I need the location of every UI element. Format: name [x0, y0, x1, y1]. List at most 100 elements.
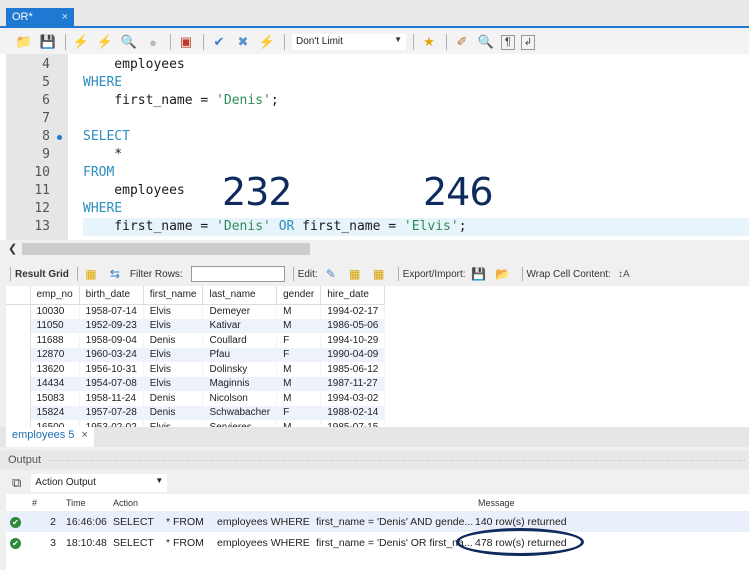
row-header[interactable] — [6, 304, 31, 319]
cell-emp-no[interactable]: 12870 — [30, 347, 80, 362]
import-icon[interactable]: 📂 — [494, 266, 512, 282]
table-row[interactable]: 11050 1952-09-23 Elvis Kativar M 1986-05-06 — [6, 318, 386, 333]
table-row[interactable]: 12870 1960-03-24 Elvis Pfau F 1990-04-09 — [6, 347, 386, 362]
cell-birth-date[interactable]: 1958-09-04 — [79, 333, 144, 348]
code-line[interactable]: employees — [83, 56, 749, 74]
cell-emp-no[interactable]: 13620 — [30, 362, 80, 377]
cell-first-name[interactable]: Denis — [143, 405, 204, 420]
cell-first-name[interactable]: Denis — [143, 391, 204, 406]
cell-emp-no[interactable]: 14434 — [30, 376, 80, 391]
column-header-emp-no[interactable]: emp_no — [30, 286, 80, 305]
cell-hire-date[interactable]: 1988-02-14 — [320, 405, 386, 420]
output-mode-select[interactable]: Action Output ▼ — [31, 474, 168, 492]
cell-last-name[interactable]: Servieres — [202, 420, 278, 427]
tab-employees-5[interactable]: employees 5 × — [6, 427, 94, 447]
row-header[interactable] — [6, 420, 31, 427]
column-header-first-name[interactable]: first_name — [143, 286, 204, 305]
code-line[interactable]: first_name = 'Denis'; — [83, 92, 749, 110]
result-grid[interactable]: emp_no birth_date first_name last_name gende… — [6, 286, 749, 427]
beautify-icon[interactable]: ✐ — [453, 33, 471, 51]
cell-hire-date[interactable]: 1994-10-29 — [320, 333, 386, 348]
toggle-output-icon[interactable]: ▣ — [177, 33, 195, 51]
cell-emp-no[interactable]: 15824 — [30, 405, 80, 420]
cell-gender[interactable]: M — [276, 420, 322, 427]
row-header[interactable] — [6, 391, 31, 406]
cell-last-name[interactable]: Schwabacher — [202, 405, 278, 420]
cell-emp-no[interactable]: 16500 — [30, 420, 80, 427]
code-line[interactable]: WHERE — [83, 74, 749, 92]
cell-last-name[interactable]: Maginnis — [202, 376, 278, 391]
wrap-cell-icon[interactable]: ↕A — [615, 266, 633, 282]
code-line[interactable] — [83, 110, 749, 128]
cell-gender[interactable]: M — [276, 304, 322, 319]
row-header[interactable] — [6, 376, 31, 391]
column-header-hire-date[interactable]: hire_date — [320, 286, 386, 305]
row-header[interactable] — [6, 362, 31, 377]
row-header[interactable] — [6, 405, 31, 420]
code-line[interactable]: FROM — [83, 164, 749, 182]
open-folder-icon[interactable]: 📁 — [15, 33, 33, 51]
find-icon[interactable]: 🔍 — [477, 33, 495, 51]
col-time[interactable]: Time — [66, 498, 86, 508]
row-header[interactable] — [6, 333, 31, 348]
cell-birth-date[interactable]: 1960-03-24 — [79, 347, 144, 362]
edit-row-icon[interactable]: ✎ — [322, 266, 340, 282]
cell-birth-date[interactable]: 1958-07-14 — [79, 304, 144, 319]
cell-hire-date[interactable]: 1994-02-17 — [320, 304, 386, 319]
stop-icon[interactable]: ● — [144, 33, 162, 51]
tab-or[interactable]: OR* × — [6, 8, 74, 28]
scrollbar-thumb[interactable] — [22, 243, 310, 255]
cell-hire-date[interactable]: 1987-11-27 — [320, 376, 386, 391]
cell-hire-date[interactable]: 1985-07-15 — [320, 420, 386, 427]
cell-gender[interactable]: F — [276, 333, 322, 348]
code-line[interactable]: SELECT — [83, 128, 749, 146]
table-row[interactable]: 15083 1958-11-24 Denis Nicolson M 1994-03-02 — [6, 391, 386, 406]
code-line[interactable]: * — [83, 146, 749, 164]
cell-last-name[interactable]: Nicolson — [202, 391, 278, 406]
cell-last-name[interactable]: Pfau — [202, 347, 278, 362]
cell-last-name[interactable]: Coullard — [202, 333, 278, 348]
table-row[interactable]: 13620 1956-10-31 Elvis Dolinsky M 1985-06-12 — [6, 362, 386, 377]
col-num[interactable]: # — [32, 498, 37, 508]
editor-horizontal-scrollbar[interactable]: ❮ — [6, 241, 749, 257]
cell-first-name[interactable]: Elvis — [143, 420, 204, 427]
execute-icon[interactable]: ⚡ — [72, 33, 90, 51]
log-row[interactable]: ✔ 2 16:46:06 SELECT * FROM employees WHERE fir… — [6, 512, 749, 532]
cell-last-name[interactable]: Dolinsky — [202, 362, 278, 377]
cell-gender[interactable]: M — [276, 391, 322, 406]
code-line[interactable]: WHERE — [83, 200, 749, 218]
row-header[interactable] — [6, 347, 31, 362]
cell-birth-date[interactable]: 1953-02-02 — [79, 420, 144, 427]
result-grid-label[interactable]: Result Grid — [15, 269, 69, 280]
refresh-icon[interactable]: ⇆ — [106, 266, 124, 282]
cell-birth-date[interactable]: 1958-11-24 — [79, 391, 144, 406]
cell-gender[interactable]: M — [276, 362, 322, 377]
close-result-tab-icon[interactable]: × — [81, 429, 87, 441]
cell-emp-no[interactable]: 11050 — [30, 318, 80, 333]
table-row[interactable]: 11688 1958-09-04 Denis Coullard F 1994-10-29 — [6, 333, 386, 348]
export-icon[interactable]: 💾 — [470, 266, 488, 282]
grid-layout-icon[interactable]: ▦ — [82, 266, 100, 282]
table-row[interactable]: 165001953-02-02ElvisServieresM1985-07-15 — [6, 420, 386, 427]
column-header-gender[interactable]: gender — [276, 286, 322, 305]
cell-last-name[interactable]: Kativar — [202, 318, 278, 333]
cell-last-name[interactable]: Demeyer — [202, 304, 278, 319]
col-message[interactable]: Message — [478, 498, 515, 508]
delete-row-icon[interactable]: ▦ — [370, 266, 388, 282]
cell-first-name[interactable]: Elvis — [143, 304, 204, 319]
invisible-chars-icon[interactable]: ¶ — [501, 34, 515, 50]
cell-first-name[interactable]: Elvis — [143, 376, 204, 391]
insert-row-icon[interactable]: ▦ — [346, 266, 364, 282]
code-line[interactable]: first_name = 'Denis' OR first_name = 'El… — [83, 218, 749, 236]
cell-emp-no[interactable]: 10030 — [30, 304, 80, 319]
scroll-left-icon[interactable]: ❮ — [8, 242, 17, 255]
add-snippet-icon[interactable]: ★ — [420, 33, 438, 51]
code-line[interactable]: employees — [83, 182, 749, 200]
panel-drag-handle[interactable] — [50, 459, 745, 462]
cell-emp-no[interactable]: 11688 — [30, 333, 80, 348]
explain-icon[interactable]: 🔍 — [120, 33, 138, 51]
log-row[interactable]: ✔ 3 18:10:48 SELECT * FROM employees WHERE fir… — [6, 533, 749, 553]
cell-emp-no[interactable]: 15083 — [30, 391, 80, 406]
cell-birth-date[interactable]: 1957-07-28 — [79, 405, 144, 420]
statement-marker-icon[interactable] — [57, 135, 62, 140]
